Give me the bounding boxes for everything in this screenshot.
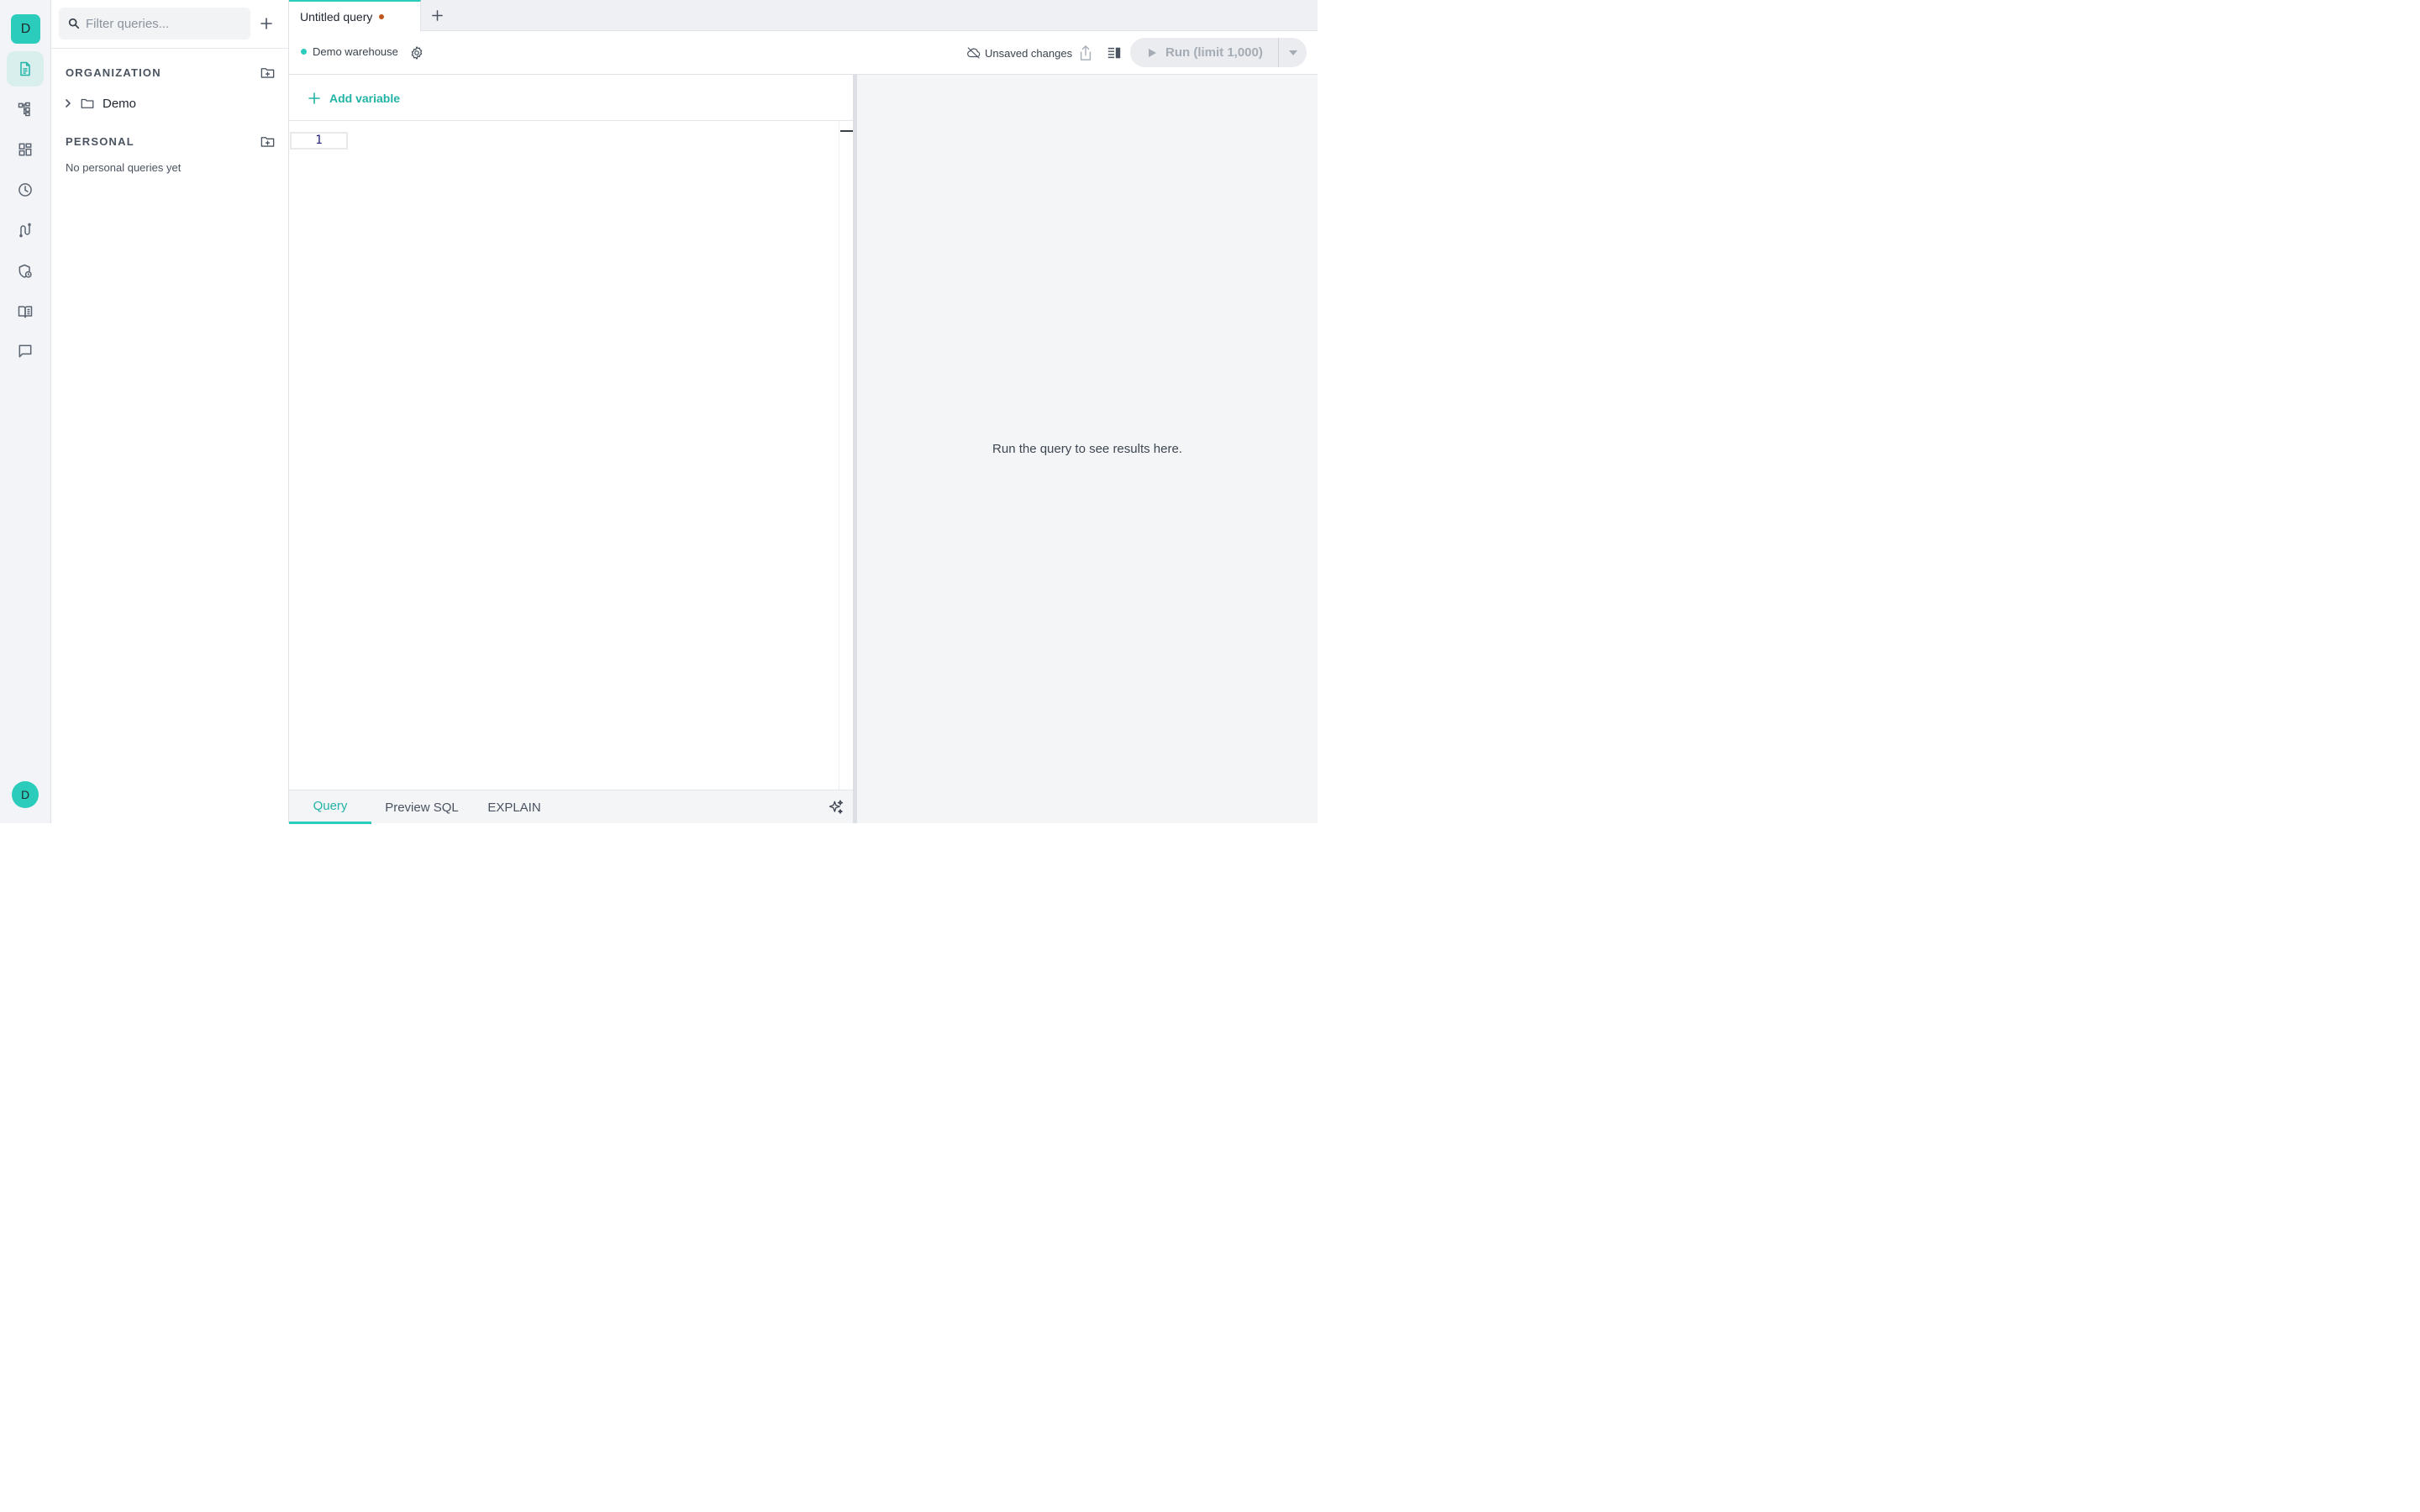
filter-box bbox=[59, 8, 250, 39]
nav-dashboards[interactable] bbox=[7, 132, 44, 167]
queries-icon bbox=[20, 61, 30, 76]
tab-preview-sql[interactable]: Preview SQL bbox=[380, 790, 464, 824]
tab-explain[interactable]: EXPLAIN bbox=[482, 790, 546, 824]
cloud-off-icon bbox=[967, 47, 981, 59]
filter-queries-input[interactable] bbox=[86, 16, 237, 31]
folder-icon bbox=[81, 98, 94, 108]
history-icon bbox=[18, 183, 32, 197]
pipelines-icon bbox=[19, 223, 31, 238]
query-tab-bar: Untitled query bbox=[289, 0, 1318, 31]
run-button-group: Run (limit 1,000) bbox=[1130, 38, 1307, 67]
search-icon bbox=[68, 18, 80, 29]
layout-toggle-icon[interactable] bbox=[1107, 45, 1122, 60]
personal-section-header: PERSONAL bbox=[66, 132, 276, 150]
organization-title: ORGANIZATION bbox=[66, 66, 161, 79]
nav-history[interactable] bbox=[7, 172, 44, 207]
editor-pane: Add variable 1 Query Preview SQL EXPLAIN bbox=[289, 75, 853, 824]
organization-section-header: ORGANIZATION bbox=[66, 63, 276, 81]
unsaved-label: Unsaved changes bbox=[985, 46, 1073, 60]
minimap[interactable] bbox=[839, 121, 853, 790]
run-label: Run (limit 1,000) bbox=[1165, 45, 1263, 60]
nav-queries[interactable] bbox=[7, 51, 44, 87]
nav-pipelines[interactable] bbox=[7, 213, 44, 248]
results-empty-message: Run the query to see results here. bbox=[992, 442, 1182, 456]
app-window: D D Filter queries... ORGANIZATION Demo … bbox=[0, 0, 1318, 824]
chevron-right-icon[interactable] bbox=[61, 97, 75, 110]
run-options-button[interactable] bbox=[1279, 38, 1307, 67]
add-variable-label: Add variable bbox=[329, 92, 401, 105]
caret-down-icon bbox=[1288, 50, 1297, 55]
tab-untitled-query[interactable]: Untitled query bbox=[289, 0, 421, 31]
security-icon bbox=[18, 264, 32, 278]
new-org-folder-button[interactable] bbox=[260, 65, 276, 81]
new-query-button[interactable] bbox=[257, 14, 276, 33]
folder-item-demo[interactable]: Demo bbox=[61, 93, 136, 113]
connection-status-dot bbox=[301, 49, 307, 55]
new-personal-folder-button[interactable] bbox=[260, 134, 276, 150]
plus-icon bbox=[260, 18, 272, 29]
query-sidebar: ORGANIZATION Demo PERSONAL bbox=[51, 0, 289, 823]
connection-label: Demo warehouse bbox=[313, 45, 398, 58]
ai-sparkle-icon[interactable] bbox=[828, 799, 844, 816]
folder-plus-icon bbox=[260, 136, 275, 147]
docs-icon bbox=[18, 306, 33, 318]
new-tab-button[interactable] bbox=[429, 7, 445, 24]
run-button[interactable]: Run (limit 1,000) bbox=[1130, 38, 1278, 67]
results-pane: Run the query to see results here. bbox=[857, 75, 1318, 823]
query-toolbar: Demo warehouse Unsaved changes Run (limi… bbox=[289, 31, 1318, 75]
folder-label: Demo bbox=[103, 96, 137, 111]
nav-docs[interactable] bbox=[7, 294, 44, 329]
nav-security[interactable] bbox=[7, 254, 44, 289]
personal-title: PERSONAL bbox=[66, 134, 134, 148]
line-number: 1 bbox=[290, 132, 348, 150]
unsaved-status: Unsaved changes bbox=[966, 45, 1072, 60]
sql-code-editor[interactable]: 1 bbox=[289, 121, 853, 790]
schema-icon bbox=[18, 102, 30, 117]
user-avatar[interactable]: D bbox=[12, 781, 39, 808]
editor-bottom-tabs: Query Preview SQL EXPLAIN bbox=[289, 790, 853, 824]
dashboards-icon bbox=[18, 143, 32, 156]
connection-selector[interactable]: Demo warehouse bbox=[301, 45, 398, 58]
nav-schema[interactable] bbox=[7, 92, 44, 127]
add-variable-button[interactable]: Add variable bbox=[308, 92, 400, 105]
personal-empty-message: No personal queries yet bbox=[66, 161, 182, 174]
icon-rail: D D bbox=[0, 0, 51, 823]
minimap-viewport[interactable] bbox=[840, 130, 853, 132]
chat-icon bbox=[18, 344, 32, 358]
play-icon bbox=[1149, 48, 1156, 57]
tab-label: Untitled query bbox=[300, 9, 373, 24]
tab-query[interactable]: Query bbox=[289, 790, 371, 824]
sidebar-header bbox=[51, 0, 288, 49]
share-icon[interactable] bbox=[1078, 45, 1093, 61]
workspace-avatar[interactable]: D bbox=[11, 14, 40, 44]
plus-icon bbox=[431, 9, 443, 21]
unsaved-indicator bbox=[379, 13, 385, 19]
folder-plus-icon bbox=[260, 67, 275, 78]
plus-icon bbox=[308, 92, 320, 104]
nav-chat[interactable] bbox=[7, 333, 44, 369]
gear-icon[interactable] bbox=[409, 45, 424, 60]
